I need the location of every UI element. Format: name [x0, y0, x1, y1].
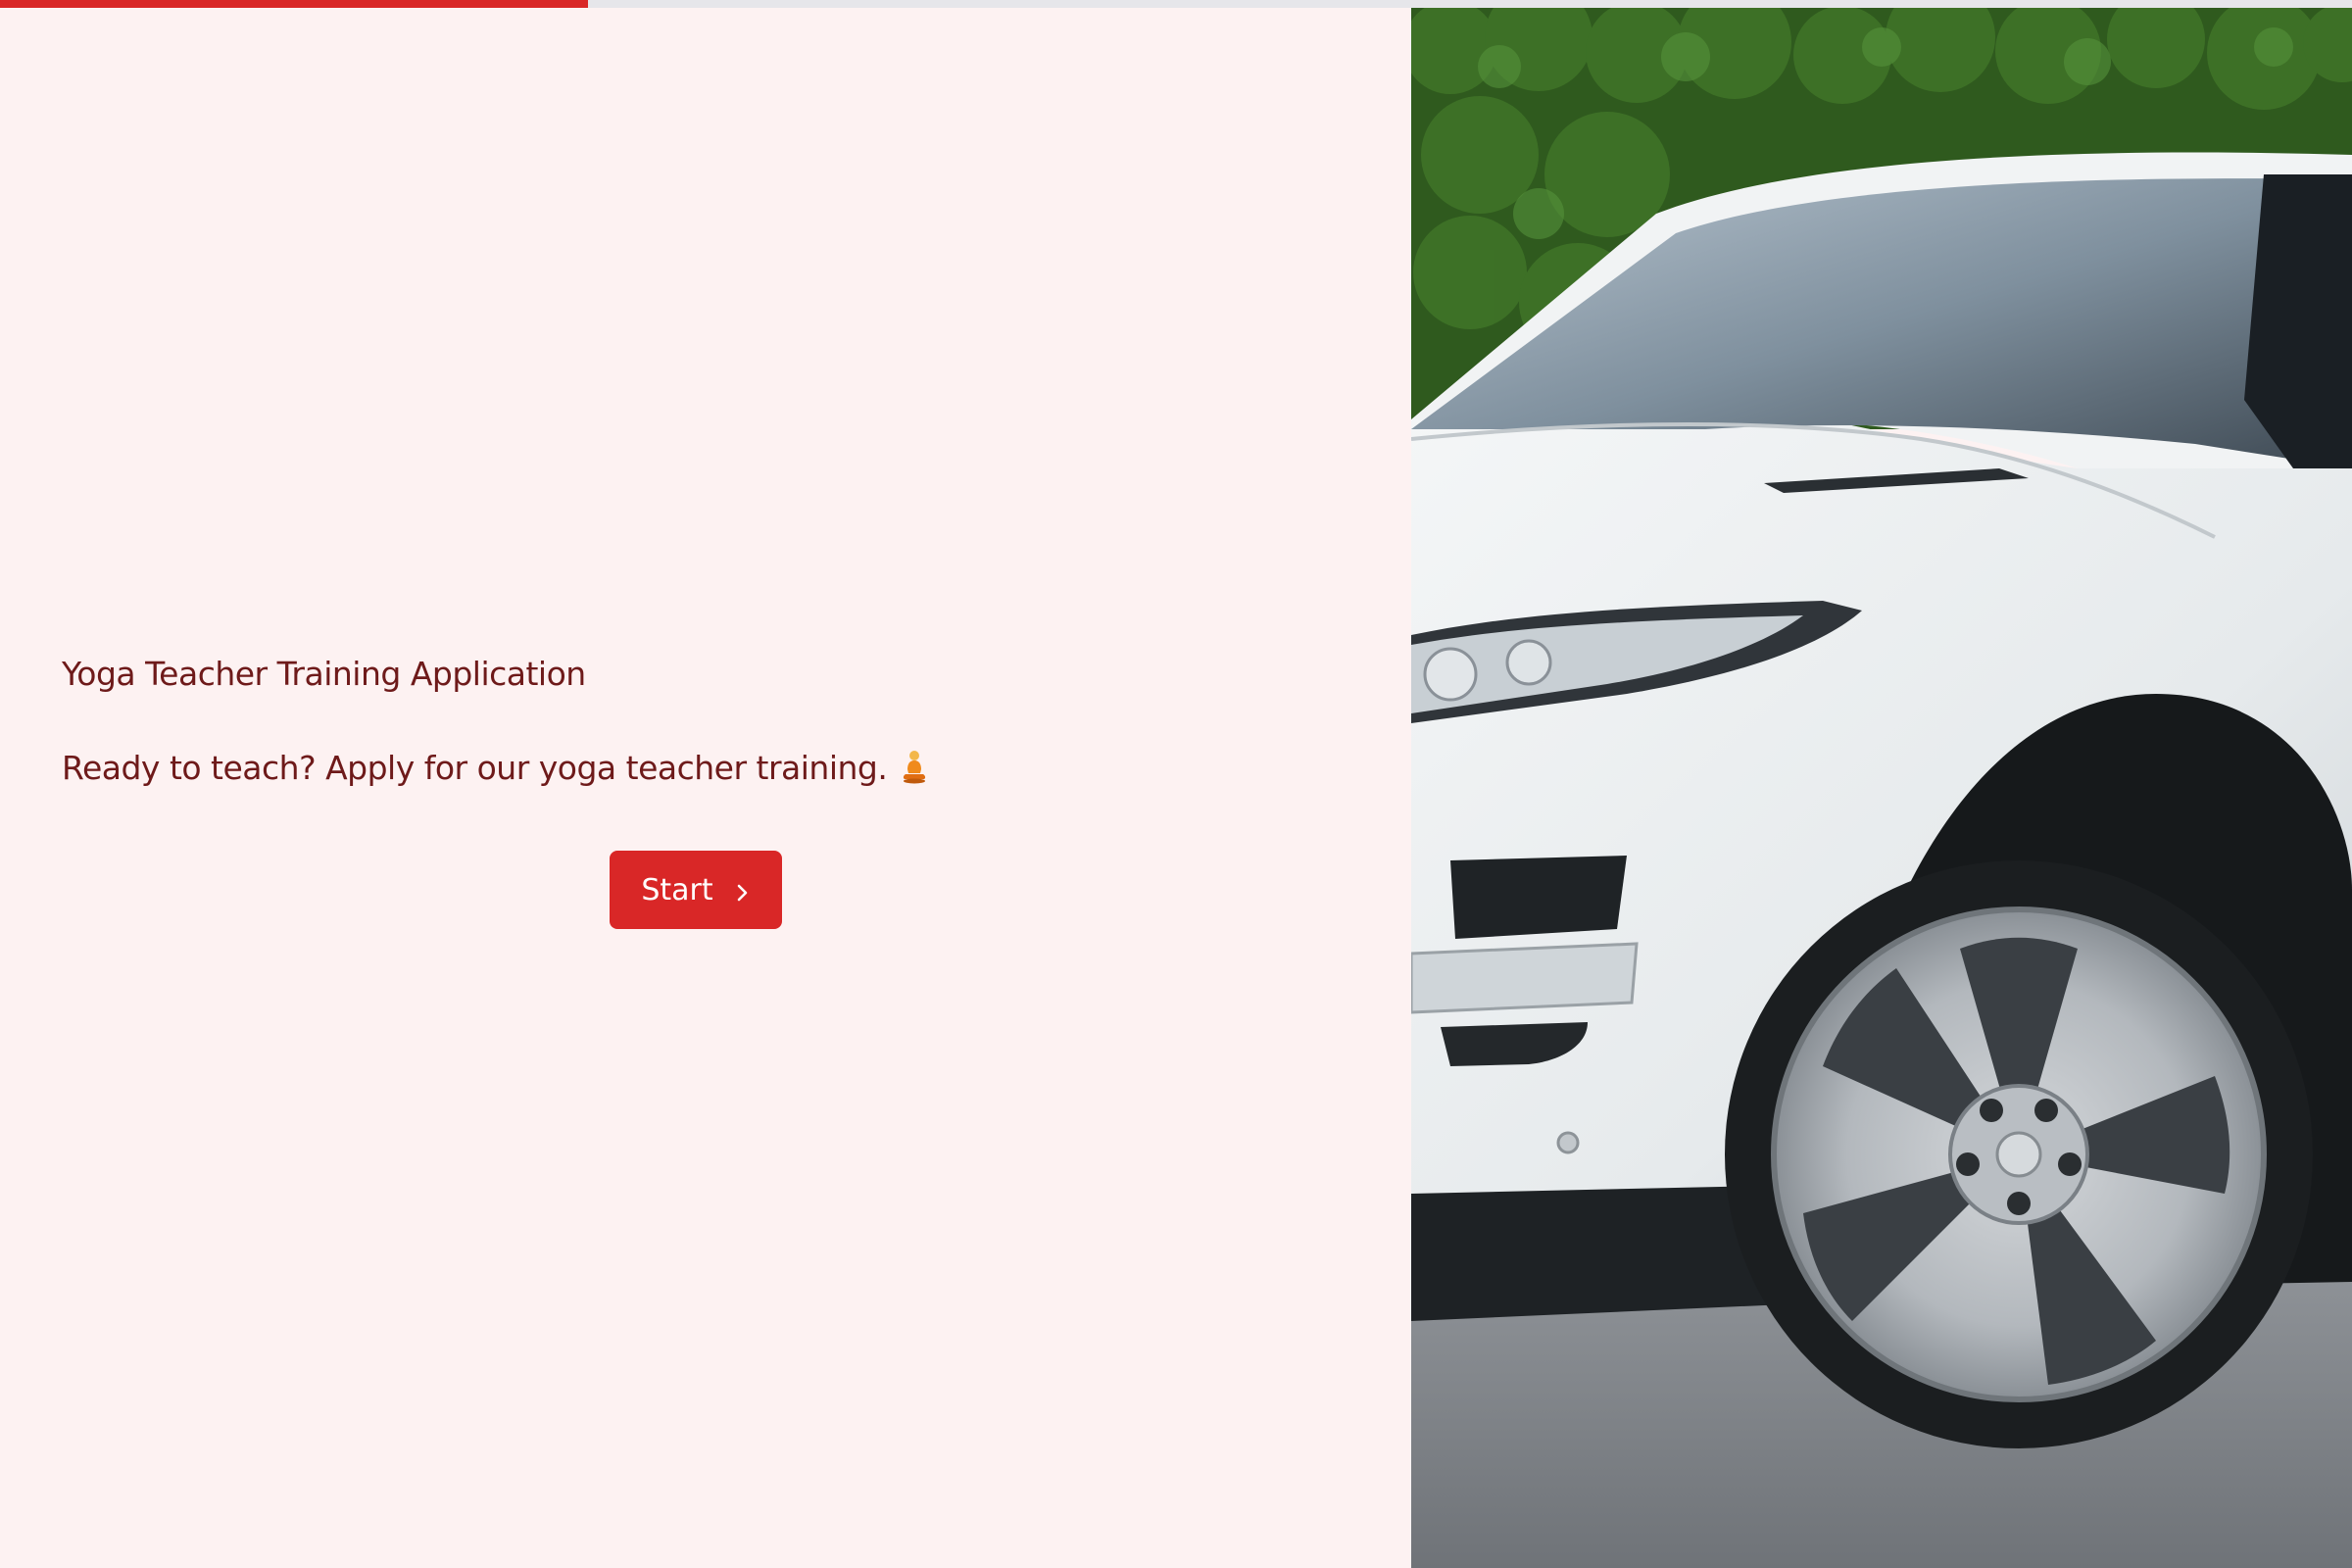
form-title: Yoga Teacher Training Application — [62, 655, 586, 693]
form-subtitle-text: Ready to teach? Apply for our yoga teach… — [62, 749, 888, 787]
chevron-right-icon — [735, 878, 751, 902]
welcome-panel: Yoga Teacher Training Application Ready … — [0, 8, 1411, 1568]
form-subtitle: Ready to teach? Apply for our yoga teach… — [62, 749, 1336, 788]
start-button[interactable]: Start — [610, 851, 782, 929]
white-suv-photo — [1411, 8, 2352, 1568]
form-welcome-screen: Yoga Teacher Training Application Ready … — [0, 0, 2352, 1568]
progress-bar-fill — [0, 0, 588, 8]
welcome-content: Yoga Teacher Training Application Ready … — [62, 655, 1336, 788]
person-in-lotus-position-icon — [901, 749, 928, 784]
hero-image — [1411, 8, 2352, 1568]
start-button-label: Start — [641, 872, 713, 907]
progress-bar — [0, 0, 2352, 8]
